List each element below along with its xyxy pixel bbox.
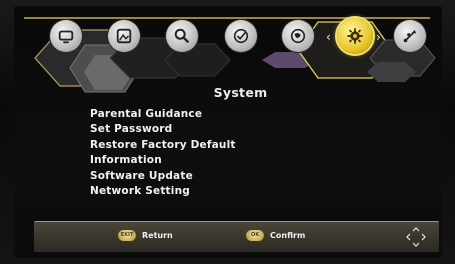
left-arrow-icon[interactable]: ‹ xyxy=(326,30,331,44)
bottom-hint-bar: EXIT Return OK Confirm xyxy=(34,221,439,252)
navigation-arrows-icon xyxy=(406,227,426,247)
top-menu-bar: ‹ › xyxy=(36,18,436,58)
right-arrow-icon[interactable]: › xyxy=(376,30,381,44)
tab-language[interactable] xyxy=(282,20,314,52)
tab-tv[interactable] xyxy=(50,20,82,52)
confirm-label: Confirm xyxy=(270,231,306,240)
menu-item-restore-factory-default[interactable]: Restore Factory Default xyxy=(90,138,236,153)
tab-search[interactable] xyxy=(166,20,198,52)
page-title: System xyxy=(213,85,268,100)
tab-system[interactable] xyxy=(337,18,373,54)
menu-item-information[interactable]: Information xyxy=(90,153,236,168)
menu-item-set-password[interactable]: Set Password xyxy=(90,122,236,137)
search-icon xyxy=(174,28,190,44)
confirm-hint[interactable]: OK Confirm xyxy=(246,230,305,241)
clock-icon xyxy=(233,28,249,44)
system-menu: Parental Guidance Set Password Restore F… xyxy=(90,107,236,199)
return-label: Return xyxy=(142,231,173,240)
language-icon xyxy=(290,28,306,44)
menu-item-network-setting[interactable]: Network Setting xyxy=(90,184,236,199)
menu-item-software-update[interactable]: Software Update xyxy=(90,169,236,184)
ok-key-icon: OK xyxy=(246,230,264,241)
tab-usb[interactable] xyxy=(394,20,426,52)
gear-icon xyxy=(347,28,363,44)
exit-key-icon: EXIT xyxy=(118,230,136,241)
tab-picture[interactable] xyxy=(108,20,140,52)
tv-icon xyxy=(58,30,74,44)
menu-item-parental-guidance[interactable]: Parental Guidance xyxy=(90,107,236,122)
usb-icon xyxy=(403,29,417,43)
return-hint[interactable]: EXIT Return xyxy=(118,230,173,241)
tab-time[interactable] xyxy=(225,20,257,52)
picture-icon xyxy=(116,28,132,44)
